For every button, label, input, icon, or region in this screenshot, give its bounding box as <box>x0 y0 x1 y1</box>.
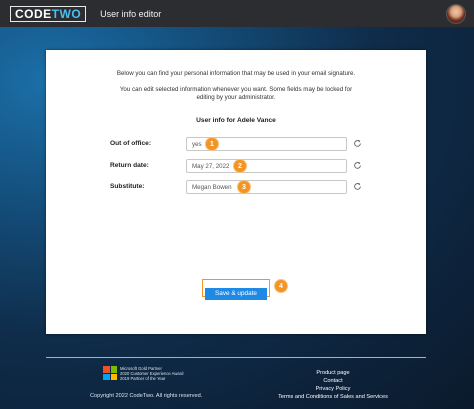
terms-link[interactable]: Terms and Conditions of Sales and Servic… <box>272 393 394 401</box>
partner-line: 2019 Partner of the Year <box>120 376 166 381</box>
field-row-substitute: Substitute: 3 <box>46 180 426 195</box>
user-info-heading: User info for Adele Vance <box>196 117 276 124</box>
partner-info: Microsoft Gold Partner 2020 Customer Exp… <box>120 366 183 381</box>
refresh-icon[interactable] <box>353 139 362 148</box>
intro-note: You can edit selected information whenev… <box>46 86 426 102</box>
microsoft-logo-icon <box>103 366 117 380</box>
footer-divider <box>46 357 426 358</box>
intro-note-line1: You can edit selected information whenev… <box>119 86 353 93</box>
save-button-highlight: Save & update <box>202 279 270 300</box>
step-badge-3: 3 <box>238 181 250 193</box>
user-avatar[interactable] <box>446 4 466 24</box>
top-bar: CODE TWO User info editor <box>0 0 474 27</box>
product-page-link[interactable]: Product page <box>272 369 394 377</box>
logo-text-code: CODE <box>15 6 52 21</box>
substitute-label: Substitute: <box>110 183 145 190</box>
intro-note-line2: editing by your administrator. <box>196 94 276 101</box>
app-title: User info editor <box>100 8 162 19</box>
step-badge-4: 4 <box>275 280 287 292</box>
privacy-policy-link[interactable]: Privacy Policy <box>272 385 394 393</box>
user-info-panel: Below you can find your personal informa… <box>46 50 426 334</box>
codetwo-logo[interactable]: CODE TWO <box>10 5 87 22</box>
step-badge-1: 1 <box>206 138 218 150</box>
step-badge-2: 2 <box>234 160 246 172</box>
return-date-input[interactable] <box>186 159 347 173</box>
refresh-icon[interactable] <box>353 182 362 191</box>
save-update-button[interactable]: Save & update <box>205 287 267 300</box>
field-row-return-date: Return date: 2 <box>46 159 426 174</box>
footer-links: Product page Contact Privacy Policy Term… <box>272 369 394 401</box>
logo-text-two: TWO <box>51 6 82 21</box>
intro-text: Below you can find your personal informa… <box>116 70 356 77</box>
return-date-label: Return date: <box>110 162 149 169</box>
copyright-text: Copyright 2022 CodeTwo. All rights reser… <box>90 393 203 399</box>
contact-link[interactable]: Contact <box>272 377 394 385</box>
refresh-icon[interactable] <box>353 161 362 170</box>
substitute-input[interactable] <box>186 180 347 194</box>
field-row-out-of-office: Out of office: 1 <box>46 137 426 152</box>
out-of-office-label: Out of office: <box>110 140 152 147</box>
